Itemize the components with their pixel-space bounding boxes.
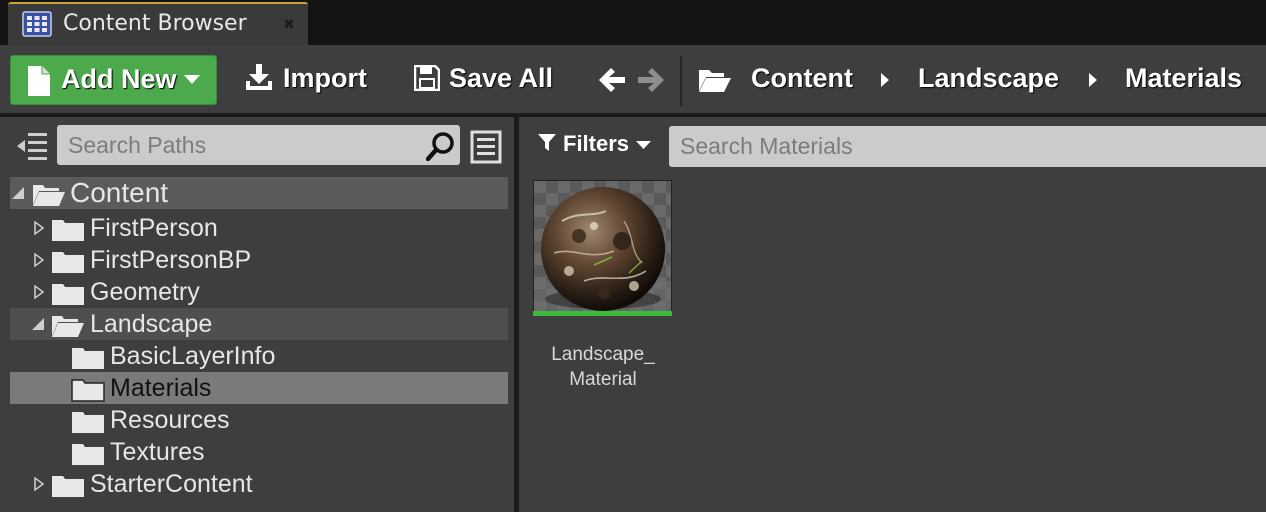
chevron-right-icon[interactable] bbox=[1088, 72, 1098, 88]
breadcrumb-landscape[interactable]: Landscape bbox=[918, 63, 1059, 94]
tree-item-label: FirstPersonBP bbox=[90, 246, 252, 274]
asset-panel: Filters Search Materials Landscape_ Mate… bbox=[519, 117, 1266, 512]
search-materials-box[interactable] bbox=[669, 126, 1266, 167]
filters-label: Filters bbox=[563, 131, 630, 156]
folder-icon bbox=[71, 379, 105, 402]
forward-arrow-icon[interactable] bbox=[637, 67, 665, 93]
content-browser-icon bbox=[22, 11, 52, 37]
folder-open-icon bbox=[699, 70, 731, 92]
view-options-icon[interactable] bbox=[470, 130, 502, 164]
folder-icon bbox=[72, 412, 104, 433]
tree-item-label: StarterContent bbox=[90, 470, 253, 498]
collapse-sources-icon[interactable] bbox=[16, 131, 48, 161]
search-paths-box[interactable] bbox=[57, 125, 460, 165]
content-browser-tab[interactable]: Content Browser ✖ bbox=[8, 2, 308, 45]
asset-name: Landscape_ Material bbox=[523, 342, 683, 392]
folder-icon bbox=[52, 476, 84, 497]
tree-item-content[interactable]: Content bbox=[10, 177, 508, 209]
tree-item-resources[interactable]: Resources bbox=[10, 404, 508, 436]
tree-item-label: Textures bbox=[110, 438, 205, 466]
tree-item-firstperson[interactable]: FirstPerson bbox=[10, 212, 508, 244]
tree-item-label: Geometry bbox=[90, 278, 200, 306]
expanded-arrow-icon[interactable] bbox=[12, 186, 26, 200]
save-icon bbox=[414, 65, 440, 91]
toolbar-separator bbox=[680, 56, 682, 106]
add-new-label: Add New bbox=[61, 64, 177, 94]
tree-item-label: Content bbox=[70, 177, 169, 208]
save-all-button[interactable]: Save All bbox=[410, 55, 560, 105]
tab-bar: Content Browser ✖ bbox=[0, 0, 1266, 45]
asset-type-color-bar bbox=[533, 311, 672, 316]
close-icon[interactable]: ✖ bbox=[280, 16, 298, 34]
tree-item-materials[interactable]: Materials bbox=[10, 372, 508, 404]
import-icon bbox=[246, 64, 272, 90]
folder-icon bbox=[72, 444, 104, 465]
material-sphere-icon bbox=[534, 181, 671, 313]
back-arrow-icon[interactable] bbox=[598, 67, 626, 93]
dropdown-arrow-icon bbox=[636, 141, 651, 149]
tree-item-label: Materials bbox=[110, 374, 212, 402]
tree-item-label: Landscape bbox=[90, 310, 213, 338]
folder-icon bbox=[52, 284, 84, 305]
folder-icon bbox=[52, 252, 84, 273]
breadcrumb-materials[interactable]: Materials bbox=[1125, 63, 1242, 94]
tree-item-label: BasicLayerInfo bbox=[110, 342, 276, 370]
collapsed-arrow-icon[interactable] bbox=[32, 221, 46, 235]
tree-item-landscape[interactable]: Landscape bbox=[10, 308, 508, 340]
tree-item-startercontent[interactable]: StarterContent bbox=[10, 468, 508, 500]
tree-item-geometry[interactable]: Geometry bbox=[10, 276, 508, 308]
search-materials-input[interactable] bbox=[669, 126, 1266, 167]
import-button[interactable]: Import bbox=[240, 55, 375, 105]
asset-tile-landscape-material[interactable]: Landscape_ Material bbox=[533, 180, 672, 390]
search-icon[interactable] bbox=[426, 131, 456, 161]
tree-item-label: FirstPerson bbox=[90, 214, 218, 242]
tree-item-textures[interactable]: Textures bbox=[10, 436, 508, 468]
tree-item-firstpersonbp[interactable]: FirstPersonBP bbox=[10, 244, 508, 276]
add-new-button[interactable]: Add New bbox=[10, 55, 217, 105]
asset-name-line2: Material bbox=[569, 369, 637, 390]
collapsed-arrow-icon[interactable] bbox=[32, 253, 46, 267]
tab-title: Content Browser bbox=[63, 11, 247, 36]
save-all-label: Save All bbox=[449, 63, 554, 93]
breadcrumb-content[interactable]: Content bbox=[751, 63, 853, 94]
tree-item-label: Resources bbox=[110, 406, 230, 434]
folder-icon bbox=[72, 348, 104, 369]
toolbar: Add New Import Save All Content Landscap… bbox=[0, 45, 1266, 115]
asset-thumbnail bbox=[533, 180, 672, 314]
tree-item-basiclayerinfo[interactable]: BasicLayerInfo bbox=[10, 340, 508, 372]
asset-name-line1: Landscape_ bbox=[551, 344, 655, 365]
filter-icon bbox=[538, 134, 556, 151]
dropdown-arrow-icon bbox=[184, 75, 200, 84]
collapsed-arrow-icon[interactable] bbox=[32, 477, 46, 491]
expanded-arrow-icon[interactable] bbox=[32, 317, 46, 331]
folder-open-icon bbox=[33, 185, 65, 206]
chevron-right-icon[interactable] bbox=[880, 72, 890, 88]
new-file-icon bbox=[28, 66, 50, 96]
folder-icon bbox=[52, 220, 84, 241]
import-label: Import bbox=[283, 63, 367, 93]
folder-open-icon bbox=[52, 316, 84, 337]
collapsed-arrow-icon[interactable] bbox=[32, 285, 46, 299]
sources-panel: Content FirstPerson FirstPersonBP Geomet… bbox=[0, 117, 514, 512]
search-paths-input[interactable] bbox=[57, 125, 460, 165]
